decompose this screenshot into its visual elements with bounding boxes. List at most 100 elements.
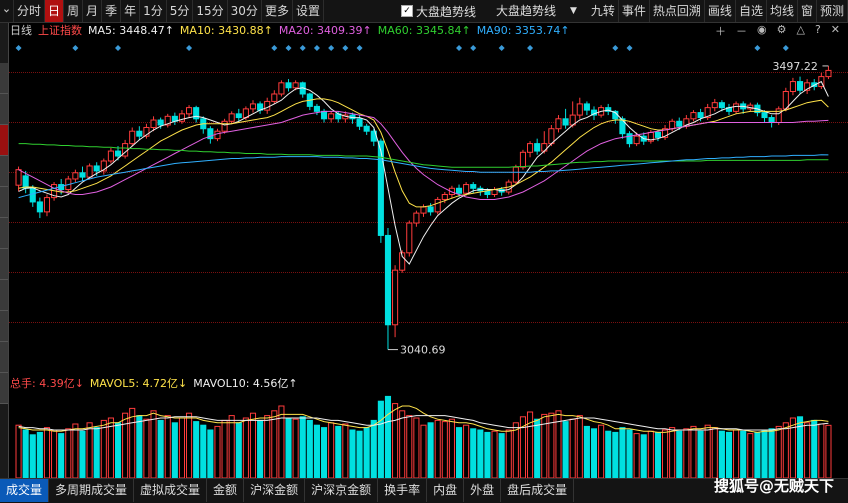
close-icon[interactable]: ✕ (831, 23, 840, 39)
period-tabs: 分时日周月季年 1分 5分 15分 30分 更多 设置 (0, 0, 324, 22)
volume-bar (669, 427, 676, 478)
indicator-tab-7[interactable]: 内盘 (427, 479, 465, 502)
volume-bar (278, 405, 285, 478)
candle (654, 131, 661, 138)
period-tab-1[interactable]: 日 (45, 0, 65, 22)
volume-bar (619, 427, 626, 478)
tool-button-7[interactable]: 预测 (817, 0, 848, 22)
ma90-value: MA90: 3353.74↑ (476, 24, 570, 37)
sidebar-tab[interactable] (0, 373, 8, 404)
period-tab-6[interactable]: 1分 (140, 0, 167, 22)
period-tab-0[interactable]: 分时 (14, 0, 46, 22)
sidebar-tab[interactable] (0, 280, 8, 311)
sidebar-tab[interactable] (0, 94, 8, 125)
candle (363, 125, 370, 132)
sidebar-tab[interactable] (0, 156, 8, 187)
volume-bar (470, 428, 477, 478)
sidebar-tab[interactable] (0, 249, 8, 280)
candle (427, 206, 434, 213)
period-tab-5[interactable]: 年 (121, 0, 141, 22)
trend-line-checkbox[interactable]: ✓ 大盘趋势线 (395, 0, 482, 22)
volume-chart[interactable] (9, 390, 848, 478)
volume-bar (186, 412, 193, 478)
tool-button-2[interactable]: 热点回溯 (650, 0, 705, 22)
tool-button-3[interactable]: 画线 (705, 0, 736, 22)
volume-bar (612, 431, 619, 478)
candle (796, 81, 804, 91)
indicator-tab-3[interactable]: 金额 (207, 479, 245, 502)
volume-bar (740, 430, 747, 478)
candle (413, 212, 420, 224)
sidebar-tab[interactable] (0, 311, 8, 342)
candle (15, 169, 22, 186)
sidebar-tab-active[interactable] (0, 125, 8, 156)
indicator-tab-1[interactable]: 多周期成交量 (49, 479, 135, 502)
ma-info-bar: 日线 上证指数 MA5: 3448.47↑ MA10: 3430.88↑ MA2… (10, 23, 570, 39)
indicator-tab-6[interactable]: 换手率 (378, 479, 428, 502)
candlestick-chart[interactable]: 3497.22 3040.69 (9, 40, 848, 370)
eye-icon[interactable]: ◉ (757, 23, 767, 39)
volume-total: 总手: 4.39亿↓ (10, 377, 84, 390)
volume-bar (221, 419, 228, 478)
low-label: 3040.69 (400, 344, 446, 357)
candle (86, 165, 93, 178)
checkbox-label: 大盘趋势线 (416, 4, 477, 19)
event-marker (285, 45, 292, 51)
period-tab-8[interactable]: 15分 (193, 0, 228, 22)
candle (136, 130, 143, 137)
period-tab-3[interactable]: 月 (83, 0, 103, 22)
candle (72, 172, 79, 180)
volume-bar (178, 417, 186, 478)
candle (583, 103, 590, 111)
volume-bar (200, 424, 207, 478)
minus-icon[interactable]: － (736, 23, 747, 39)
add-icon[interactable]: ＋ (715, 23, 726, 39)
volume-bar (122, 412, 129, 478)
volume-bar (825, 424, 832, 478)
indicator-tab-5[interactable]: 沪深京金额 (305, 479, 379, 502)
question-icon[interactable]: ? (815, 23, 821, 39)
volume-bar (93, 427, 100, 478)
indicator-tab-9[interactable]: 盘后成交量 (501, 479, 575, 502)
sidebar-tab[interactable] (0, 342, 8, 373)
tool-button-1[interactable]: 事件 (619, 0, 650, 22)
volume-bar (15, 424, 22, 478)
event-marker (342, 45, 349, 51)
tool-button-5[interactable]: 均线 (767, 0, 798, 22)
trend-line-select[interactable]: 大盘趋势线 ▼ (490, 0, 583, 22)
candle (768, 117, 775, 124)
sidebar-tab[interactable] (0, 218, 8, 249)
period-tab-9[interactable]: 30分 (228, 0, 262, 22)
toolbar: 分时日周月季年 1分 5分 15分 30分 更多 设置 ✓ 大盘趋势线 大盘趋势线 ▼ 九转… (0, 0, 848, 23)
left-sidebar[interactable] (0, 23, 9, 478)
indicator-tab-8[interactable]: 外盘 (464, 479, 502, 502)
tool-button-4[interactable]: 自选 (736, 0, 767, 22)
candle (789, 81, 796, 93)
indicator-tab-4[interactable]: 沪深金额 (244, 479, 306, 502)
gear-icon[interactable]: ⚙ (777, 23, 787, 39)
volume-bar (356, 430, 363, 478)
period-tab-7[interactable]: 5分 (167, 0, 194, 22)
period-tab-2[interactable]: 周 (64, 0, 84, 22)
volume-bar (661, 429, 669, 478)
period-tab-4[interactable]: 季 (102, 0, 122, 22)
sidebar-tab[interactable] (0, 187, 8, 218)
tool-button-0[interactable]: 九转 (588, 0, 619, 22)
tool-button-6[interactable]: 窗 (798, 0, 817, 22)
menu-icon[interactable] (0, 0, 14, 22)
candle (455, 187, 463, 194)
warning-icon[interactable]: △ (796, 23, 804, 39)
indicator-tab-2[interactable]: 虚拟成交量 (134, 479, 208, 502)
volume-bar (434, 419, 441, 478)
indicator-tab-0[interactable]: 成交量 (0, 479, 50, 502)
event-marker (626, 45, 633, 51)
period-tab-10[interactable]: 更多 (262, 0, 293, 22)
candle (235, 113, 242, 119)
period-tab-11[interactable]: 设置 (293, 0, 324, 22)
sidebar-tab[interactable] (0, 63, 8, 94)
volume-bar (420, 424, 427, 478)
volume-bar (150, 410, 157, 478)
index-name[interactable]: 上证指数 (38, 23, 82, 39)
volume-bar (171, 422, 178, 478)
volume-bar (427, 422, 434, 478)
